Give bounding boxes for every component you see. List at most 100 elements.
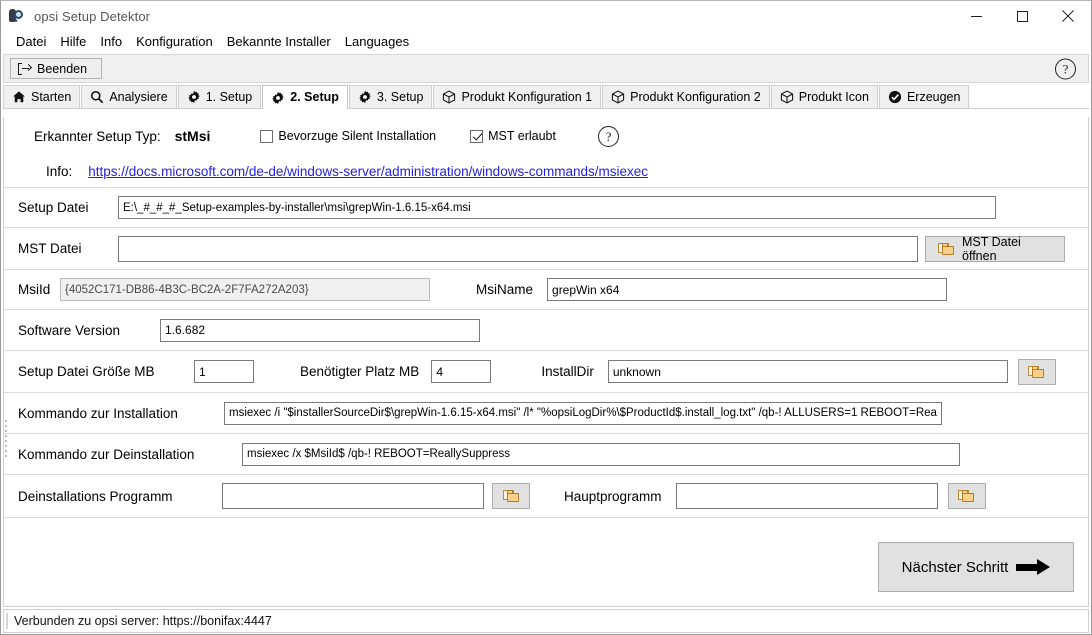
next-step-label: Nächster Schritt	[901, 558, 1009, 576]
quit-button-label: Beenden	[37, 61, 88, 76]
msiid-label: MsiId	[18, 282, 51, 297]
tab-label: Produkt Konfiguration 1	[461, 89, 593, 104]
folder-icon	[1028, 365, 1045, 379]
tab-1-setup[interactable]: 1. Setup	[177, 85, 262, 108]
tab-label: Starten	[31, 89, 72, 104]
question-mark-icon: ?	[1055, 58, 1076, 79]
uninstall-prog-browse-button[interactable]	[492, 483, 530, 509]
required-space-input[interactable]	[431, 360, 492, 383]
tab-produkt-icon[interactable]: Produkt Icon	[770, 85, 878, 108]
setup-type-label: Erkannter Setup Typ:	[34, 128, 161, 144]
msiid-input[interactable]	[60, 278, 430, 301]
checkbox-box	[260, 129, 274, 143]
menu-bar: Datei Hilfe Info Konfiguration Bekannte …	[1, 31, 1091, 52]
uninstall-cmd-input[interactable]	[242, 442, 960, 466]
maximize-icon[interactable]	[999, 1, 1045, 31]
status-text: Verbunden zu opsi server: https://bonifa…	[14, 614, 272, 628]
tab-produkt-konfiguration-2[interactable]: Produkt Konfiguration 2	[602, 85, 770, 108]
app-logo-icon	[9, 7, 27, 25]
gear-icon	[272, 91, 285, 104]
uninstall-prog-input[interactable]	[222, 483, 484, 509]
menu-info[interactable]: Info	[93, 32, 129, 51]
check-circle-icon	[888, 90, 902, 104]
msiname-input[interactable]	[547, 278, 948, 301]
folder-icon	[938, 242, 955, 256]
installdir-label: InstallDir	[541, 364, 594, 379]
uninstall-cmd-label: Kommando zur Deinstallation	[18, 446, 195, 462]
status-bar: Verbunden zu opsi server: https://bonifa…	[3, 609, 1089, 633]
folder-icon	[958, 489, 975, 503]
help-button[interactable]: ?	[1055, 58, 1076, 79]
menu-datei[interactable]: Datei	[9, 32, 53, 51]
menu-hilfe[interactable]: Hilfe	[53, 32, 93, 51]
prefer-silent-checkbox[interactable]: Bevorzuge Silent Installation	[260, 129, 436, 143]
home-icon	[13, 91, 25, 103]
setup-type-value: stMsi	[174, 128, 211, 144]
menu-languages[interactable]: Languages	[338, 32, 416, 51]
tab-label: 1. Setup	[205, 89, 253, 104]
tab-label: Erzeugen	[906, 89, 961, 104]
question-mark-icon: ?	[597, 125, 619, 147]
install-cmd-label: Kommando zur Installation	[18, 405, 178, 421]
setup-form-panel: Erkannter Setup Typ: stMsi Bevorzuge Sil…	[3, 117, 1089, 607]
gear-icon	[187, 90, 200, 104]
minimize-icon[interactable]	[953, 1, 999, 31]
mainprog-label: Hauptprogramm	[564, 488, 662, 504]
mst-file-label: MST Datei	[18, 241, 82, 256]
cube-icon	[443, 90, 456, 104]
tab-label: Analysiere	[109, 89, 168, 104]
prefer-silent-label: Bevorzuge Silent Installation	[278, 129, 437, 143]
cube-icon	[780, 90, 793, 104]
install-cmd-input[interactable]	[224, 401, 942, 425]
menu-bekannte-installer[interactable]: Bekannte Installer	[220, 32, 338, 51]
mainprog-browse-button[interactable]	[947, 483, 986, 509]
setup-size-input[interactable]	[194, 360, 254, 383]
form-help-button[interactable]: ?	[597, 125, 619, 147]
tab-label: Produkt Konfiguration 2	[630, 89, 761, 104]
checkbox-box	[470, 129, 484, 143]
installdir-browse-button[interactable]	[1017, 358, 1056, 385]
window-title: opsi Setup Detektor	[34, 8, 151, 24]
gear-icon	[359, 90, 371, 104]
title-bar: opsi Setup Detektor	[1, 1, 1091, 31]
app-window: opsi Setup Detektor Datei Hilfe Info Kon…	[0, 0, 1092, 635]
window-controls	[953, 1, 1091, 31]
arrow-right-icon	[1016, 559, 1051, 575]
folder-icon	[502, 489, 520, 503]
tab-starten[interactable]: Starten	[3, 85, 81, 108]
tab-analysiere[interactable]: Analysiere	[81, 85, 177, 108]
tab-label: 2. Setup	[290, 90, 339, 105]
mst-allowed-label: MST erlaubt	[488, 129, 556, 143]
tab-2-setup[interactable]: 2. Setup	[262, 85, 348, 109]
msiexec-docs-link[interactable]: https://docs.microsoft.com/de-de/windows…	[88, 164, 648, 179]
installdir-input[interactable]	[607, 360, 1008, 383]
search-icon	[91, 90, 104, 104]
close-icon[interactable]	[1045, 1, 1091, 31]
status-grip	[6, 613, 8, 629]
quit-button[interactable]: Beenden	[10, 58, 102, 79]
tab-label: 3. Setup	[376, 89, 424, 104]
exit-icon	[18, 62, 33, 75]
tab-erzeugen[interactable]: Erzeugen	[878, 85, 970, 108]
uninstall-prog-label: Deinstallations Programm	[18, 488, 173, 504]
tab-label: Produkt Icon	[798, 89, 869, 104]
tab-3-setup[interactable]: 3. Setup	[348, 85, 433, 108]
tab-produkt-konfiguration-1[interactable]: Produkt Konfiguration 1	[433, 85, 602, 108]
software-version-label: Software Version	[18, 322, 121, 338]
toolbar: Beenden ?	[3, 54, 1089, 83]
mst-open-button-label: MST Datei öffnen	[962, 234, 1021, 263]
mainprog-input[interactable]	[675, 483, 938, 509]
info-label: Info:	[46, 163, 73, 179]
mst-open-button[interactable]: MST Datei öffnen	[925, 234, 1065, 263]
mst-file-input[interactable]	[118, 235, 918, 262]
required-space-label: Benötigter Platz MB	[300, 364, 420, 379]
setup-file-input[interactable]	[118, 196, 996, 219]
cube-icon	[611, 90, 625, 104]
setup-file-label: Setup Datei	[18, 200, 89, 215]
tab-bar: Starten Analysiere 1. Setup 2. Setup 3. …	[3, 85, 1089, 109]
software-version-input[interactable]	[160, 318, 480, 342]
menu-konfiguration[interactable]: Konfiguration	[129, 32, 220, 51]
next-step-button[interactable]: Nächster Schritt	[878, 542, 1074, 592]
msiname-label: MsiName	[476, 282, 534, 297]
mst-allowed-checkbox[interactable]: MST erlaubt	[470, 129, 556, 143]
